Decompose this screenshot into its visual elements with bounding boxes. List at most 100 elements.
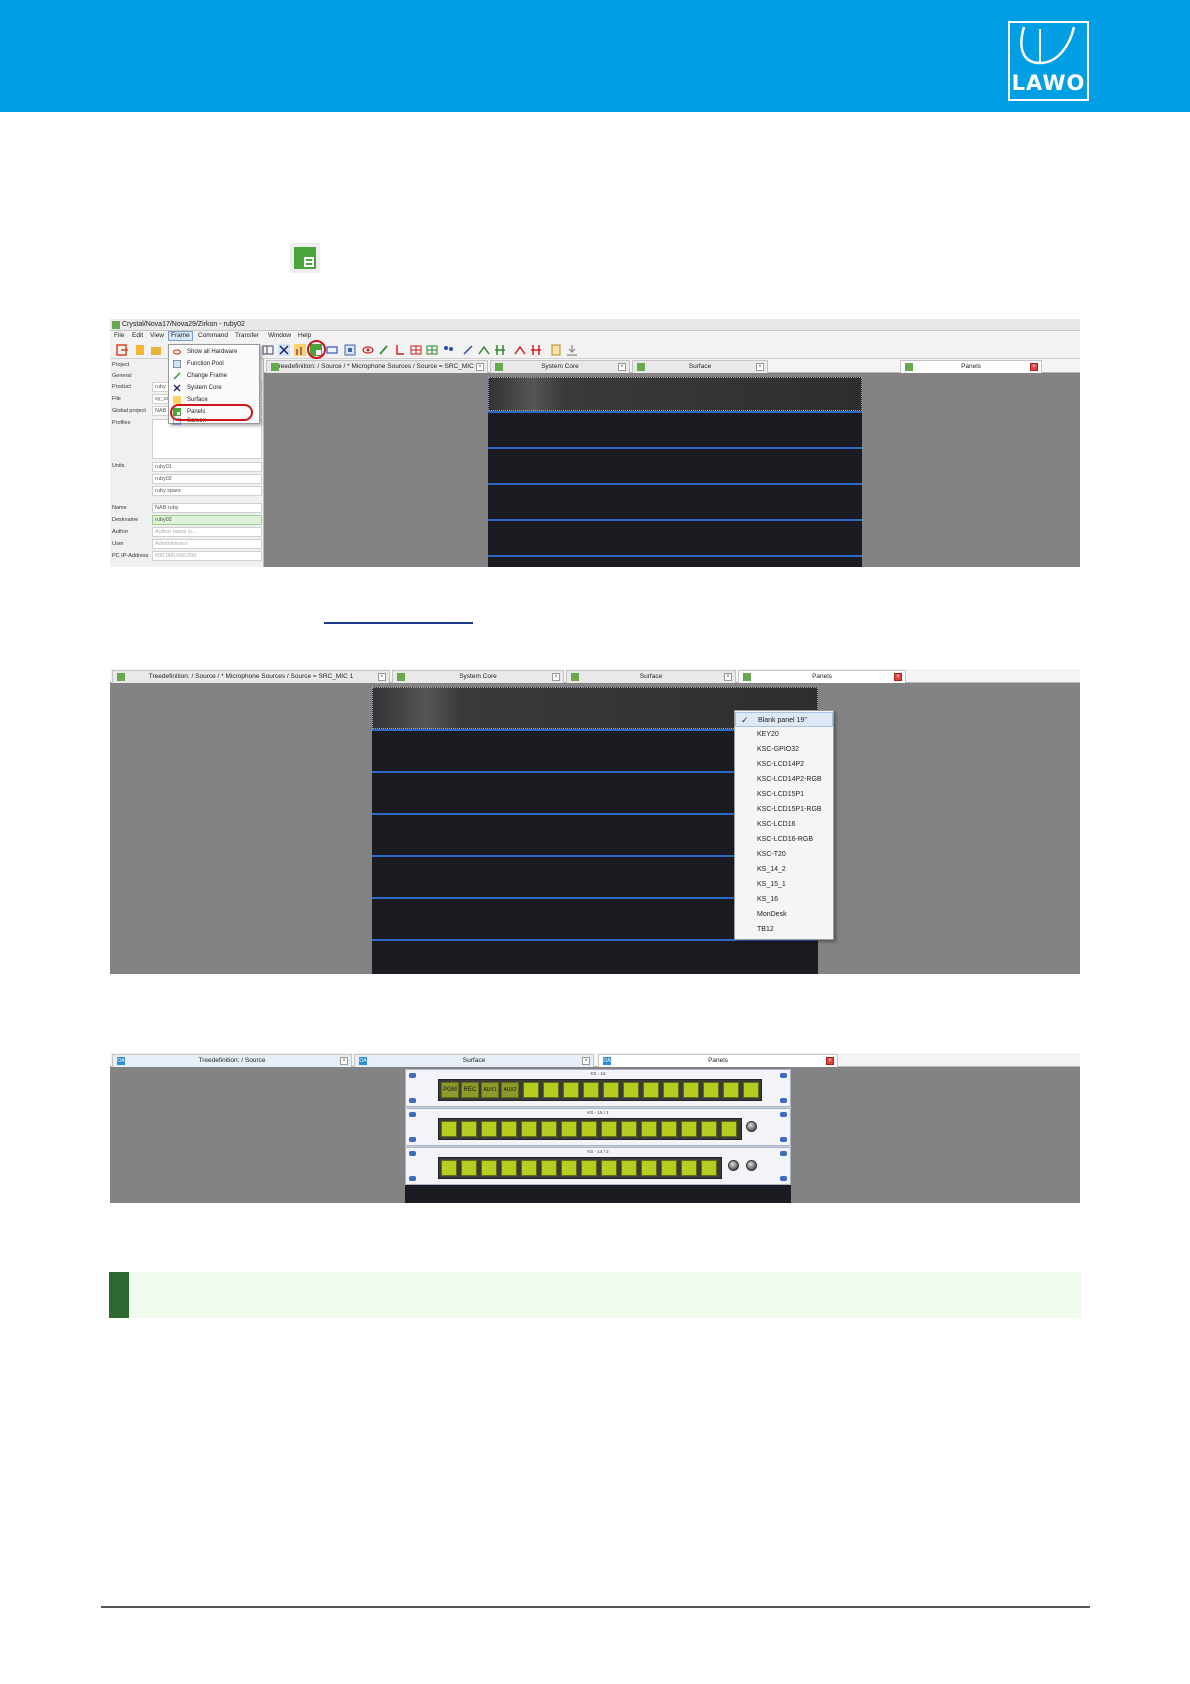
tab-panels[interactable]: Panels × (900, 360, 1042, 373)
menu-item-ksc-lcd16-rgb[interactable]: KSC-LCD16-RGB (735, 832, 833, 847)
tab-system-core[interactable]: System Core × (490, 360, 630, 373)
menu-edit[interactable]: Edit (132, 331, 143, 341)
close-icon[interactable]: × (1030, 363, 1038, 371)
pc-ip-field[interactable]: 000.000.000.000 (152, 551, 262, 561)
menu-window[interactable]: Window (268, 331, 291, 341)
curve-red-icon[interactable] (514, 344, 526, 356)
key-aux1[interactable]: AUX1 (481, 1082, 499, 1098)
close-icon[interactable]: × (552, 673, 560, 681)
menu-item-change-frame[interactable]: Change Frame (169, 370, 259, 382)
table-grid-icon[interactable] (426, 344, 438, 356)
close-icon[interactable]: × (724, 673, 732, 681)
author-field[interactable]: Author name is... (152, 527, 262, 537)
menu-file[interactable]: File (114, 331, 124, 341)
close-icon[interactable]: × (826, 1057, 834, 1065)
menu-item-ksc-t20[interactable]: KSC-T20 (735, 847, 833, 862)
menu-item-key20[interactable]: KEY20 (735, 727, 833, 742)
panel-key[interactable] (543, 1082, 559, 1098)
pen-icon[interactable] (378, 344, 390, 356)
user-field[interactable]: Administrator (152, 539, 262, 549)
panel-key[interactable] (441, 1160, 457, 1176)
panel-key[interactable] (461, 1160, 477, 1176)
name-field[interactable]: NAB ruby (152, 503, 262, 513)
menu-item-blank-panel[interactable]: ✓ Blank panel 19" (735, 712, 833, 727)
menu-frame[interactable]: Frame (168, 331, 193, 341)
menu-item-ks-14-2[interactable]: KS_14_2 (735, 862, 833, 877)
panel-key[interactable] (581, 1160, 597, 1176)
table-icon[interactable] (410, 344, 422, 356)
user-icon[interactable] (442, 344, 454, 356)
menu-item-ksc-lcd15p1-rgb[interactable]: KSC-LCD15P1-RGB (735, 802, 833, 817)
tab-surface[interactable]: Surface × (632, 360, 768, 373)
exit-icon[interactable] (116, 344, 128, 356)
menu-item-mondesk[interactable]: MonDesk (735, 907, 833, 922)
menu-item-ksc-lcd15p1[interactable]: KSC-LCD15P1 (735, 787, 833, 802)
panel-key[interactable] (581, 1121, 597, 1137)
layout-icon[interactable] (262, 344, 274, 356)
key-aux2[interactable]: AUX2 (501, 1082, 519, 1098)
open-folder-icon[interactable] (150, 344, 162, 356)
panel-key[interactable] (681, 1160, 697, 1176)
document-lock-icon[interactable] (550, 344, 562, 356)
panel-ks-14-2[interactable]: KS - 14 / 2 (405, 1147, 791, 1185)
menu-item-function-pool[interactable]: Function Pool (169, 358, 259, 370)
panel-ks-15-1[interactable]: KS - 15 / 1 (405, 1108, 791, 1146)
rack-empty-slot[interactable] (405, 1185, 791, 1203)
panel-key[interactable] (661, 1160, 677, 1176)
surface-icon[interactable] (294, 344, 306, 356)
panel-key[interactable] (501, 1121, 517, 1137)
menu-command[interactable]: Command (198, 331, 228, 341)
route-icon[interactable] (394, 344, 406, 356)
panel-key[interactable] (561, 1160, 577, 1176)
function-pool-icon[interactable] (278, 344, 290, 356)
panel-key[interactable] (643, 1082, 659, 1098)
tab-panels[interactable]: OA Panels × (598, 1054, 838, 1067)
panel-key[interactable] (641, 1160, 657, 1176)
menu-item-ksc-lcd14p2-rgb[interactable]: KSC-LCD14P2-RGB (735, 772, 833, 787)
panel-ks-16[interactable]: KS - 16 PGM REC AUX1 AUX2 (405, 1069, 791, 1107)
panel-key[interactable] (601, 1121, 617, 1137)
blank-rack-view[interactable] (488, 377, 862, 567)
panel-key[interactable] (521, 1160, 537, 1176)
panel-key[interactable] (683, 1082, 699, 1098)
close-icon[interactable]: × (618, 363, 626, 371)
close-icon[interactable]: × (340, 1057, 348, 1065)
panel-key[interactable] (541, 1121, 557, 1137)
unit-item[interactable]: ruby spare (152, 486, 262, 496)
panel-key[interactable] (523, 1082, 539, 1098)
panel-key[interactable] (621, 1160, 637, 1176)
tab-surface[interactable]: OA Surface × (354, 1054, 594, 1067)
panel-key[interactable] (521, 1121, 537, 1137)
hyperlink-underline[interactable] (324, 622, 473, 624)
deskname-field[interactable]: ruby02 (152, 515, 262, 525)
tab-system-core[interactable]: System Core × (392, 670, 564, 683)
rotary-knob[interactable] (746, 1160, 757, 1171)
panel-key[interactable] (501, 1160, 517, 1176)
rotary-knob[interactable] (746, 1121, 757, 1132)
unit-item[interactable]: ruby01 (152, 462, 262, 472)
panel-key[interactable] (541, 1160, 557, 1176)
menu-item-ksc-lcd14p2[interactable]: KSC-LCD14P2 (735, 757, 833, 772)
menu-item-system-core[interactable]: System Core (169, 382, 259, 394)
panel-key[interactable] (563, 1082, 579, 1098)
rack-top-slot[interactable] (488, 377, 862, 411)
close-icon[interactable]: × (378, 673, 386, 681)
menu-item-ksc-lcd16[interactable]: KSC-LCD16 (735, 817, 833, 832)
wand-icon[interactable] (462, 344, 474, 356)
new-project-icon[interactable] (134, 344, 146, 356)
split-icon[interactable] (494, 344, 506, 356)
menu-item-ks-16[interactable]: KS_16 (735, 892, 833, 907)
panel-key[interactable] (723, 1082, 739, 1098)
close-icon[interactable]: × (582, 1057, 590, 1065)
tab-panels[interactable]: Panels × (738, 670, 906, 683)
tab-treedefinition[interactable]: OA Treedefinition: / Source × (112, 1054, 352, 1067)
menu-item-ks-15-1[interactable]: KS_15_1 (735, 877, 833, 892)
screen-icon[interactable] (326, 344, 338, 356)
panel-key[interactable] (621, 1121, 637, 1137)
profiles-list[interactable] (152, 419, 262, 459)
panel-key[interactable] (441, 1121, 457, 1137)
panel-key[interactable] (663, 1082, 679, 1098)
key-pgm[interactable]: PGM (441, 1082, 459, 1098)
tab-treedefinition[interactable]: Treedefinition: / Source / * Microphone … (112, 670, 390, 683)
tab-treedefinition[interactable]: Treedefinition: / Source / * Microphone … (266, 360, 488, 373)
